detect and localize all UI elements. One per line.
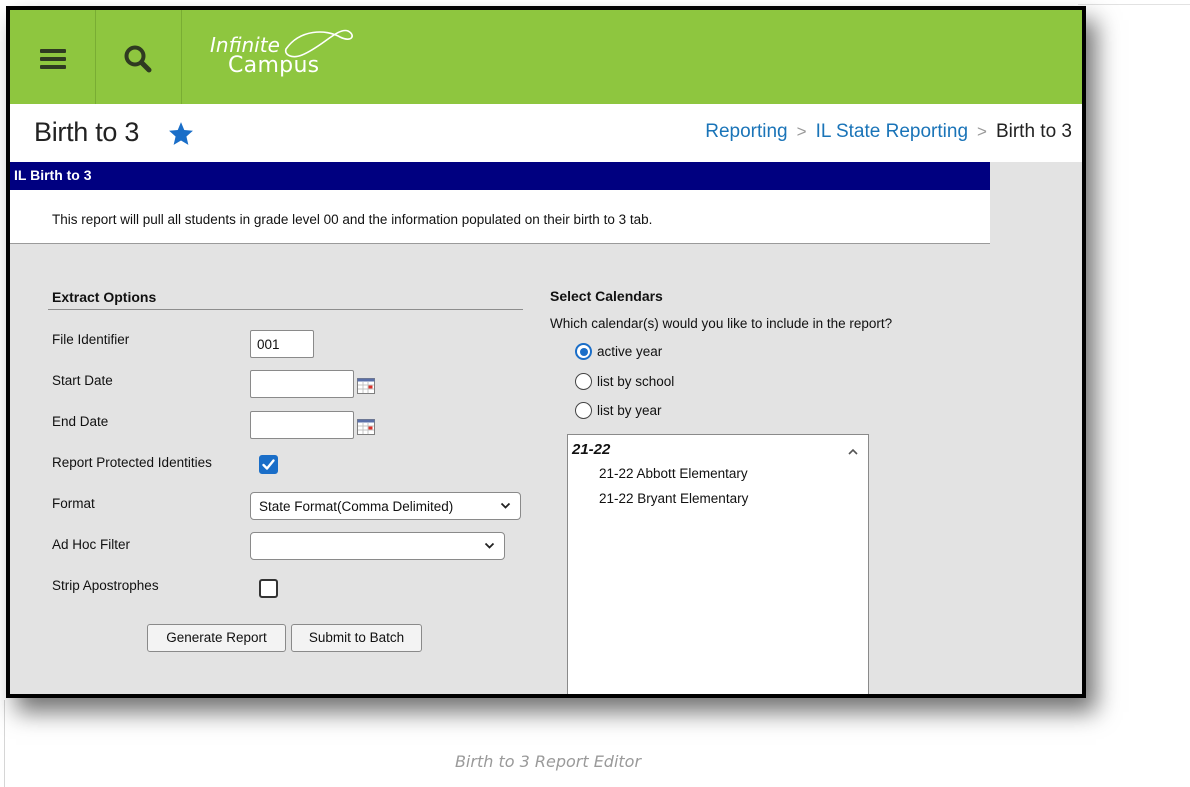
calendar-list-item[interactable]: 21-22 Bryant Elementary bbox=[599, 491, 748, 506]
search-icon bbox=[124, 45, 152, 73]
file-identifier-input[interactable]: 001 bbox=[250, 330, 314, 358]
screenshot-frame: Infinite Campus Birth to 3 Reporting > IL … bbox=[6, 6, 1086, 698]
page-left-rule bbox=[4, 700, 5, 787]
calendar-icon[interactable] bbox=[357, 378, 375, 394]
checkmark-icon bbox=[262, 459, 275, 470]
ad-hoc-filter-label: Ad Hoc Filter bbox=[52, 537, 131, 552]
figure-caption: Birth to 3 Report Editor bbox=[454, 752, 642, 771]
top-bar: Infinite Campus bbox=[10, 10, 1082, 104]
breadcrumb-separator-icon: > bbox=[796, 122, 807, 141]
breadcrumb-link-reporting[interactable]: Reporting bbox=[705, 121, 787, 142]
active-year-radio[interactable] bbox=[575, 343, 592, 360]
submit-to-batch-button[interactable]: Submit to Batch bbox=[291, 624, 422, 652]
start-date-label: Start Date bbox=[52, 373, 113, 388]
calendar-question: Which calendar(s) would you like to incl… bbox=[550, 316, 893, 331]
report-header: IL Birth to 3 bbox=[10, 162, 990, 190]
strip-apostrophes-checkbox[interactable] bbox=[259, 579, 278, 598]
file-identifier-label: File Identifier bbox=[52, 332, 130, 347]
menu-button[interactable] bbox=[10, 10, 96, 104]
page-title: Birth to 3 bbox=[34, 117, 140, 147]
logo-text-bottom: Campus bbox=[228, 53, 320, 78]
strip-apostrophes-label: Strip Apostrophes bbox=[52, 578, 159, 593]
report-protected-identities-checkbox[interactable] bbox=[259, 455, 278, 474]
report-description: This report will pull all students in gr… bbox=[10, 190, 990, 244]
breadcrumb: Reporting > IL State Reporting > Birth to 3 bbox=[705, 121, 1072, 143]
calendar-group-label: 21-22 bbox=[572, 441, 611, 458]
list-by-school-radio[interactable] bbox=[575, 373, 592, 390]
ad-hoc-filter-select[interactable] bbox=[250, 532, 505, 560]
extract-options-title: Extract Options bbox=[52, 289, 157, 305]
active-year-label: active year bbox=[597, 344, 663, 359]
report-protected-identities-label: Report Protected Identities bbox=[52, 455, 212, 470]
chevron-down-icon bbox=[500, 502, 511, 509]
star-icon[interactable] bbox=[168, 121, 194, 146]
end-date-label: End Date bbox=[52, 414, 109, 429]
breadcrumb-current: Birth to 3 bbox=[995, 121, 1072, 142]
title-bar: Birth to 3 Reporting > IL State Reporting >… bbox=[10, 104, 1082, 162]
calendar-icon[interactable] bbox=[357, 419, 375, 435]
menu-icon bbox=[40, 49, 66, 69]
search-button[interactable] bbox=[96, 10, 182, 104]
breadcrumb-separator-icon: > bbox=[977, 122, 987, 141]
calendar-list-item[interactable]: 21-22 Abbott Elementary bbox=[599, 466, 748, 481]
extract-options-divider bbox=[48, 309, 523, 310]
list-by-year-label: list by year bbox=[597, 403, 662, 418]
generate-report-button[interactable]: Generate Report bbox=[147, 624, 286, 652]
start-date-input[interactable] bbox=[250, 370, 354, 398]
list-by-school-label: list by school bbox=[597, 374, 675, 389]
chevron-down-icon bbox=[484, 542, 495, 549]
calendar-list[interactable]: 21-22 21-22 Abbott Elementary 21-22 Brya… bbox=[567, 434, 869, 694]
page-top-rule bbox=[1078, 4, 1190, 5]
breadcrumb-link-il-state-reporting[interactable]: IL State Reporting bbox=[816, 121, 968, 142]
end-date-input[interactable] bbox=[250, 411, 354, 439]
format-label: Format bbox=[52, 496, 95, 511]
select-calendars-title: Select Calendars bbox=[550, 288, 663, 304]
infinite-campus-logo: Infinite Campus bbox=[210, 27, 370, 87]
chevron-up-icon[interactable] bbox=[847, 447, 859, 456]
format-selected-value: State Format(Comma Delimited) bbox=[259, 499, 454, 514]
format-select[interactable]: State Format(Comma Delimited) bbox=[250, 492, 521, 520]
list-by-year-radio[interactable] bbox=[575, 402, 592, 419]
